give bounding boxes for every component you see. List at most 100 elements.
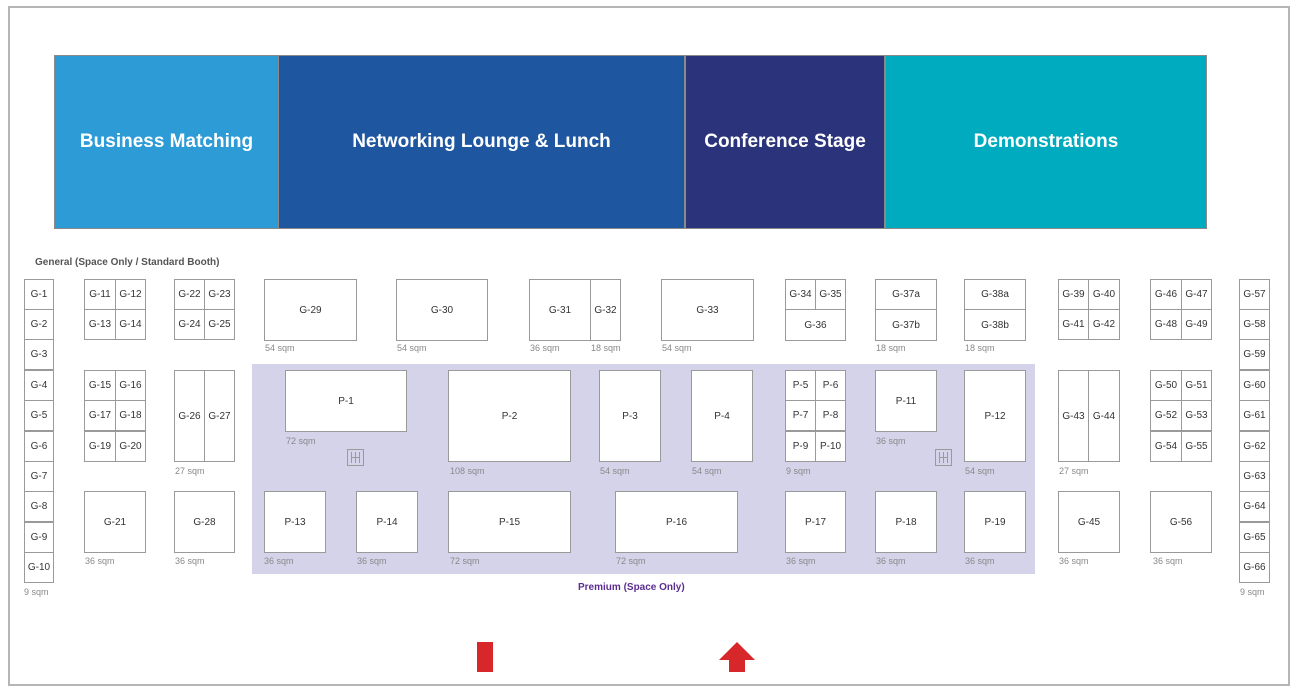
booth-size-label: 36 sqm [357, 556, 387, 566]
booth-g-63[interactable]: G-63 [1239, 461, 1270, 492]
booth-g-6[interactable]: G-6 [24, 431, 54, 462]
booth-g-30[interactable]: G-30 [396, 279, 488, 341]
booth-g-29[interactable]: G-29 [264, 279, 357, 341]
zone-business-matching[interactable]: Business Matching [54, 55, 279, 229]
booth-p-14[interactable]: P-14 [356, 491, 418, 553]
booth-size-label: 36 sqm [876, 436, 906, 446]
booth-g-13[interactable]: G-13 [84, 309, 116, 340]
booth-g-48[interactable]: G-48 [1150, 309, 1182, 340]
booth-g-58[interactable]: G-58 [1239, 309, 1270, 340]
booth-size-label: 54 sqm [600, 466, 630, 476]
booth-g-23[interactable]: G-23 [204, 279, 235, 310]
booth-size-label: 18 sqm [965, 343, 995, 353]
zone-networking-lounge[interactable]: Networking Lounge & Lunch [278, 55, 685, 229]
booth-g-34[interactable]: G-34 [785, 279, 816, 310]
booth-p-5[interactable]: P-5 [785, 370, 816, 401]
booth-g-50[interactable]: G-50 [1150, 370, 1182, 401]
booth-g-19[interactable]: G-19 [84, 431, 116, 462]
booth-g-51[interactable]: G-51 [1181, 370, 1212, 401]
booth-p-1[interactable]: P-1 [285, 370, 407, 432]
booth-size-label: 36 sqm [85, 556, 115, 566]
booth-g-36[interactable]: G-36 [785, 309, 846, 341]
booth-g-1[interactable]: G-1 [24, 279, 54, 310]
booth-g-49[interactable]: G-49 [1181, 309, 1212, 340]
booth-g-45[interactable]: G-45 [1058, 491, 1120, 553]
booth-p-19[interactable]: P-19 [964, 491, 1026, 553]
booth-g-40[interactable]: G-40 [1088, 279, 1120, 310]
booth-g-11[interactable]: G-11 [84, 279, 116, 310]
booth-g-62[interactable]: G-62 [1239, 431, 1270, 462]
booth-g-7[interactable]: G-7 [24, 461, 54, 492]
zone-conference-stage[interactable]: Conference Stage [685, 55, 885, 229]
zone-demonstrations[interactable]: Demonstrations [885, 55, 1207, 229]
booth-g-8[interactable]: G-8 [24, 491, 54, 522]
booth-g-2[interactable]: G-2 [24, 309, 54, 340]
booth-g-37b[interactable]: G-37b [875, 309, 937, 341]
booth-g-39[interactable]: G-39 [1058, 279, 1089, 310]
booth-g-37a[interactable]: G-37a [875, 279, 937, 310]
booth-g-33[interactable]: G-33 [661, 279, 754, 341]
booth-g-54[interactable]: G-54 [1150, 431, 1182, 462]
booth-g-64[interactable]: G-64 [1239, 491, 1270, 522]
booth-g-14[interactable]: G-14 [115, 309, 146, 340]
booth-g-32[interactable]: G-32 [590, 279, 621, 341]
booth-g-42[interactable]: G-42 [1088, 309, 1120, 340]
booth-g-18[interactable]: G-18 [115, 400, 146, 431]
booth-g-43[interactable]: G-43 [1058, 370, 1089, 462]
booth-g-21[interactable]: G-21 [84, 491, 146, 553]
booth-g-52[interactable]: G-52 [1150, 400, 1182, 431]
booth-p-7[interactable]: P-7 [785, 400, 816, 431]
booth-g-20[interactable]: G-20 [115, 431, 146, 462]
booth-g-5[interactable]: G-5 [24, 400, 54, 431]
booth-g-55[interactable]: G-55 [1181, 431, 1212, 462]
booth-p-13[interactable]: P-13 [264, 491, 326, 553]
booth-g-66[interactable]: G-66 [1239, 552, 1270, 583]
zone-label: Business Matching [79, 131, 254, 152]
booth-g-31[interactable]: G-31 [529, 279, 591, 341]
booth-g-24[interactable]: G-24 [174, 309, 205, 340]
booth-g-38b[interactable]: G-38b [964, 309, 1026, 341]
booth-g-3[interactable]: G-3 [24, 339, 54, 370]
booth-p-16[interactable]: P-16 [615, 491, 738, 553]
booth-g-16[interactable]: G-16 [115, 370, 146, 401]
booth-p-18[interactable]: P-18 [875, 491, 937, 553]
booth-p-15[interactable]: P-15 [448, 491, 571, 553]
booth-p-3[interactable]: P-3 [599, 370, 661, 462]
booth-g-27[interactable]: G-27 [204, 370, 235, 462]
stairs-icon [935, 449, 952, 466]
booth-g-28[interactable]: G-28 [174, 491, 235, 553]
booth-g-12[interactable]: G-12 [115, 279, 146, 310]
booth-g-38a[interactable]: G-38a [964, 279, 1026, 310]
booth-g-44[interactable]: G-44 [1088, 370, 1120, 462]
booth-g-60[interactable]: G-60 [1239, 370, 1270, 401]
booth-g-47[interactable]: G-47 [1181, 279, 1212, 310]
booth-g-22[interactable]: G-22 [174, 279, 205, 310]
booth-p-4[interactable]: P-4 [691, 370, 753, 462]
booth-g-35[interactable]: G-35 [815, 279, 846, 310]
booth-g-26[interactable]: G-26 [174, 370, 205, 462]
booth-g-65[interactable]: G-65 [1239, 522, 1270, 553]
booth-p-6[interactable]: P-6 [815, 370, 846, 401]
booth-g-53[interactable]: G-53 [1181, 400, 1212, 431]
booth-p-8[interactable]: P-8 [815, 400, 846, 431]
booth-g-4[interactable]: G-4 [24, 370, 54, 401]
booth-p-12[interactable]: P-12 [964, 370, 1026, 462]
booth-p-2[interactable]: P-2 [448, 370, 571, 462]
booth-g-61[interactable]: G-61 [1239, 400, 1270, 431]
booth-p-17[interactable]: P-17 [785, 491, 846, 553]
booth-g-59[interactable]: G-59 [1239, 339, 1270, 370]
booth-p-11[interactable]: P-11 [875, 370, 937, 432]
booth-g-46[interactable]: G-46 [1150, 279, 1182, 310]
booth-g-56[interactable]: G-56 [1150, 491, 1212, 553]
booth-g-25[interactable]: G-25 [204, 309, 235, 340]
booth-g-41[interactable]: G-41 [1058, 309, 1089, 340]
booth-g-17[interactable]: G-17 [84, 400, 116, 431]
booth-g-57[interactable]: G-57 [1239, 279, 1270, 310]
booth-g-15[interactable]: G-15 [84, 370, 116, 401]
booth-g-10[interactable]: G-10 [24, 552, 54, 583]
booth-p-9[interactable]: P-9 [785, 431, 816, 462]
booth-g-9[interactable]: G-9 [24, 522, 54, 553]
booth-size-label: 36 sqm [530, 343, 560, 353]
stairs-icon [347, 449, 364, 466]
booth-p-10[interactable]: P-10 [815, 431, 846, 462]
